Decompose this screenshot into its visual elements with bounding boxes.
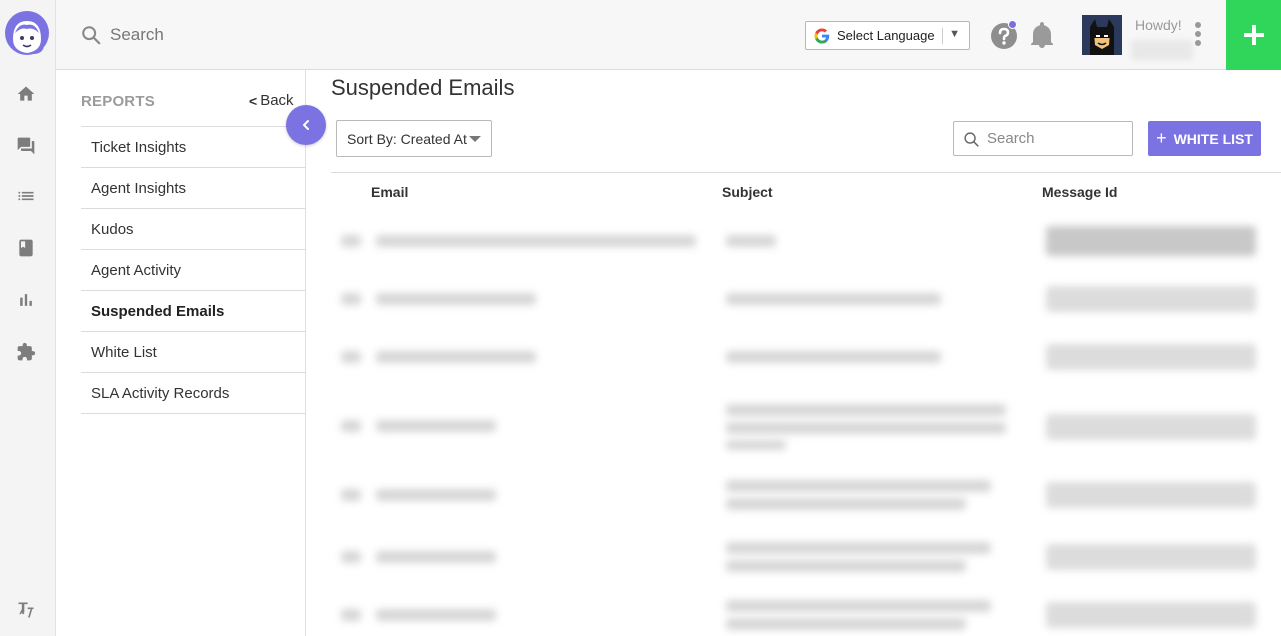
book-icon[interactable] bbox=[14, 236, 38, 260]
search-icon bbox=[82, 26, 101, 45]
table-row[interactable] bbox=[331, 534, 1261, 580]
table-row[interactable] bbox=[331, 396, 1261, 456]
app-rail bbox=[0, 0, 56, 636]
column-header-subject: Subject bbox=[722, 184, 773, 200]
page-title: Suspended Emails bbox=[331, 75, 515, 100]
search-icon bbox=[964, 132, 979, 147]
more-options-icon[interactable] bbox=[1193, 20, 1203, 50]
create-button[interactable] bbox=[1226, 0, 1281, 70]
translate-icon[interactable] bbox=[14, 598, 38, 622]
chevron-left-icon bbox=[303, 120, 309, 130]
back-link[interactable]: < Back bbox=[249, 92, 294, 109]
column-header-email: Email bbox=[371, 184, 409, 200]
table-row[interactable] bbox=[331, 472, 1261, 518]
table-search-input[interactable] bbox=[987, 122, 1127, 155]
table-row[interactable] bbox=[331, 278, 1261, 320]
main-content: Suspended Emails Sort By: Created At + W… bbox=[307, 70, 1281, 636]
caret-down-icon bbox=[469, 136, 481, 142]
back-label: Back bbox=[260, 92, 294, 109]
sidebar-item-suspended-emails[interactable]: Suspended Emails bbox=[81, 291, 306, 332]
table-divider bbox=[331, 172, 1281, 173]
table-row[interactable] bbox=[331, 336, 1261, 378]
reports-sidebar: REPORTS < Back Ticket Insights Agent Ins… bbox=[56, 70, 306, 636]
notification-dot bbox=[1008, 20, 1017, 29]
sidebar-item-white-list[interactable]: White List bbox=[81, 332, 306, 373]
sort-label: Sort By: Created At bbox=[347, 130, 467, 147]
sidebar-item-sla-activity-records[interactable]: SLA Activity Records bbox=[81, 373, 306, 414]
logo-icon[interactable] bbox=[3, 9, 51, 59]
google-icon bbox=[814, 28, 830, 43]
avatar[interactable] bbox=[1082, 15, 1122, 55]
caret-down-icon: ▼ bbox=[949, 28, 960, 40]
language-label: Select Language bbox=[837, 28, 935, 43]
greeting-text: Howdy! bbox=[1135, 17, 1182, 33]
divider bbox=[942, 28, 943, 44]
sidebar-item-agent-insights[interactable]: Agent Insights bbox=[81, 168, 306, 209]
reports-icon[interactable] bbox=[14, 288, 38, 312]
column-header-message-id: Message Id bbox=[1042, 184, 1118, 200]
sidebar-section-title: REPORTS bbox=[81, 93, 155, 110]
white-list-label: WHITE LIST bbox=[1173, 130, 1253, 147]
sort-dropdown[interactable]: Sort By: Created At bbox=[336, 120, 492, 157]
chat-icon[interactable] bbox=[14, 134, 38, 158]
sidebar-item-kudos[interactable]: Kudos bbox=[81, 209, 306, 250]
puzzle-icon[interactable] bbox=[14, 340, 38, 364]
sidebar-item-ticket-insights[interactable]: Ticket Insights bbox=[81, 127, 306, 168]
white-list-button[interactable]: + WHITE LIST bbox=[1148, 121, 1261, 156]
sidebar-item-agent-activity[interactable]: Agent Activity bbox=[81, 250, 306, 291]
collapse-sidebar-button[interactable] bbox=[286, 105, 326, 145]
home-icon[interactable] bbox=[14, 82, 38, 106]
list-icon[interactable] bbox=[14, 184, 38, 208]
global-search-input[interactable] bbox=[110, 18, 410, 52]
table-row[interactable] bbox=[331, 594, 1261, 636]
plus-icon: + bbox=[1156, 128, 1167, 148]
user-name-redacted bbox=[1131, 40, 1193, 60]
bell-icon[interactable] bbox=[1030, 21, 1054, 49]
table-search bbox=[953, 121, 1133, 156]
chevron-left-icon: < bbox=[249, 92, 258, 109]
language-selector[interactable]: Select Language ▼ bbox=[805, 21, 970, 50]
table-row[interactable] bbox=[331, 220, 1261, 262]
reports-list: Ticket Insights Agent Insights Kudos Age… bbox=[81, 126, 306, 414]
plus-icon bbox=[1243, 25, 1264, 45]
top-header: Select Language ▼ Howdy! bbox=[56, 0, 1281, 70]
